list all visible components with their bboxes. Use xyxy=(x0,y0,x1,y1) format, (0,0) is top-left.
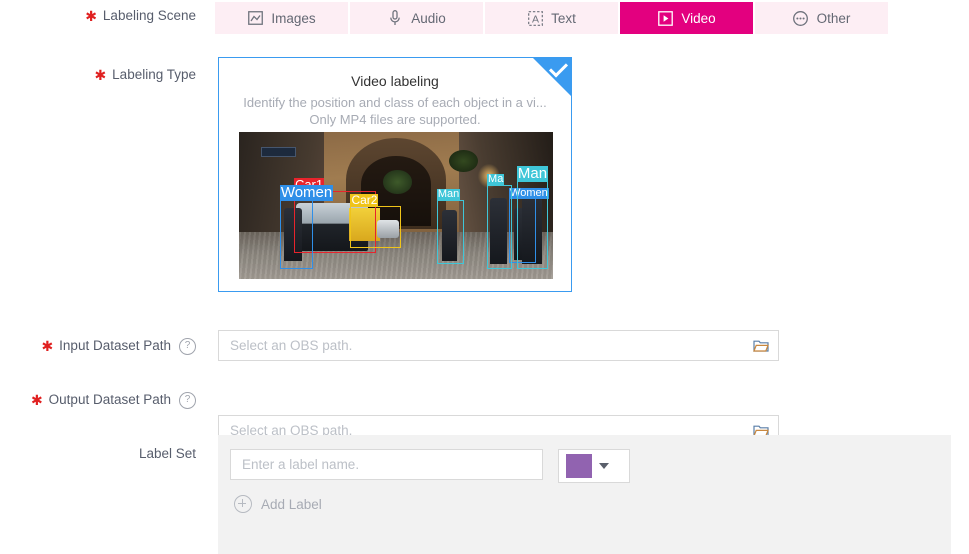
labeling-scene-label-text: Labeling Scene xyxy=(102,8,196,23)
card-title: Video labeling xyxy=(351,73,439,89)
svg-text:A: A xyxy=(532,13,539,25)
label-name-input[interactable]: Enter a label name. xyxy=(230,449,543,480)
labeling-type-card-video[interactable]: Video labeling Identify the position and… xyxy=(218,57,572,292)
preview-bbox-label: Man xyxy=(516,164,549,182)
output-dataset-path-label-text: Output Dataset Path xyxy=(48,392,171,407)
chevron-down-icon xyxy=(599,463,609,469)
image-icon xyxy=(247,10,263,26)
output-dataset-path-label: ✱ Output Dataset Path ? xyxy=(0,390,206,410)
text-a-icon: A xyxy=(527,10,543,26)
question-mark-icon[interactable]: ? xyxy=(179,337,196,355)
label-set-panel: Enter a label name. Add Label xyxy=(218,435,951,554)
card-description-line1: Identify the position and class of each … xyxy=(243,95,547,110)
labeling-scene-row: ✱ Labeling Scene xyxy=(0,6,206,26)
preview-bbox-label: Car2 xyxy=(350,192,379,207)
label-color-swatch xyxy=(566,454,592,478)
required-asterisk: ✱ xyxy=(94,67,107,83)
required-asterisk: ✱ xyxy=(30,392,43,408)
input-dataset-path-field[interactable]: Select an OBS path. xyxy=(218,330,779,361)
tab-other-label: Other xyxy=(816,10,851,26)
tab-images[interactable]: Images xyxy=(215,2,348,34)
label-name-placeholder: Enter a label name. xyxy=(242,457,360,472)
tab-video-label: Video xyxy=(681,10,716,26)
labeling-type-row: ✱ Labeling Type xyxy=(0,65,206,85)
card-description-line2: Only MP4 files are supported. xyxy=(309,112,481,127)
preview-bbox-label: Man xyxy=(436,188,461,201)
labeling-type-label: ✱ Labeling Type xyxy=(0,65,206,85)
tab-other[interactable]: Other xyxy=(755,2,888,34)
output-dataset-path-row: ✱ Output Dataset Path ? xyxy=(0,390,206,410)
preview-bbox-label: Women xyxy=(279,183,334,201)
tab-images-label: Images xyxy=(271,10,316,26)
tab-audio-label: Audio xyxy=(411,10,446,26)
add-label-text: Add Label xyxy=(261,496,322,512)
preview-bbox: Car2 xyxy=(350,194,401,249)
input-dataset-path-placeholder: Select an OBS path. xyxy=(230,338,353,353)
required-asterisk: ✱ xyxy=(41,338,54,354)
plus-circle-icon xyxy=(234,495,252,513)
preview-bbox: Man xyxy=(436,189,464,265)
add-label-button[interactable]: Add Label xyxy=(234,495,322,513)
preview-bbox-label: Ma xyxy=(487,173,505,186)
tab-text-label: Text xyxy=(551,10,576,26)
label-set-label: Label Set xyxy=(0,444,206,464)
video-labeling-preview-image: Car1WomenCar2ManWomenMaMan xyxy=(239,132,553,279)
tab-text[interactable]: A Text xyxy=(485,2,618,34)
labeling-scene-tabs: Images Audio A Text Video Other xyxy=(215,2,888,34)
folder-icon[interactable] xyxy=(744,338,778,353)
labeling-scene-label: ✱ Labeling Scene xyxy=(0,6,206,26)
input-dataset-path-row: ✱ Input Dataset Path ? xyxy=(0,336,206,356)
preview-bbox: Ma xyxy=(487,174,513,269)
question-mark-icon[interactable]: ? xyxy=(179,391,196,409)
play-icon xyxy=(657,10,673,26)
tab-audio[interactable]: Audio xyxy=(350,2,483,34)
label-color-picker[interactable] xyxy=(558,449,630,483)
input-dataset-path-label-text: Input Dataset Path xyxy=(59,338,171,353)
preview-bbox: Man xyxy=(516,165,549,269)
tab-video[interactable]: Video xyxy=(620,2,753,34)
required-asterisk: ✱ xyxy=(85,8,97,24)
preview-bbox: Women xyxy=(279,185,334,269)
input-dataset-path-label: ✱ Input Dataset Path ? xyxy=(0,336,206,356)
label-set-row: Label Set xyxy=(0,444,206,464)
labeling-type-label-text: Labeling Type xyxy=(112,67,196,82)
ellipsis-circle-icon xyxy=(793,10,809,26)
microphone-icon xyxy=(387,10,403,26)
create-dataset-form: ✱ Labeling Scene Images Audio A Text Vid… xyxy=(0,0,969,554)
label-set-label-text: Label Set xyxy=(138,446,196,461)
